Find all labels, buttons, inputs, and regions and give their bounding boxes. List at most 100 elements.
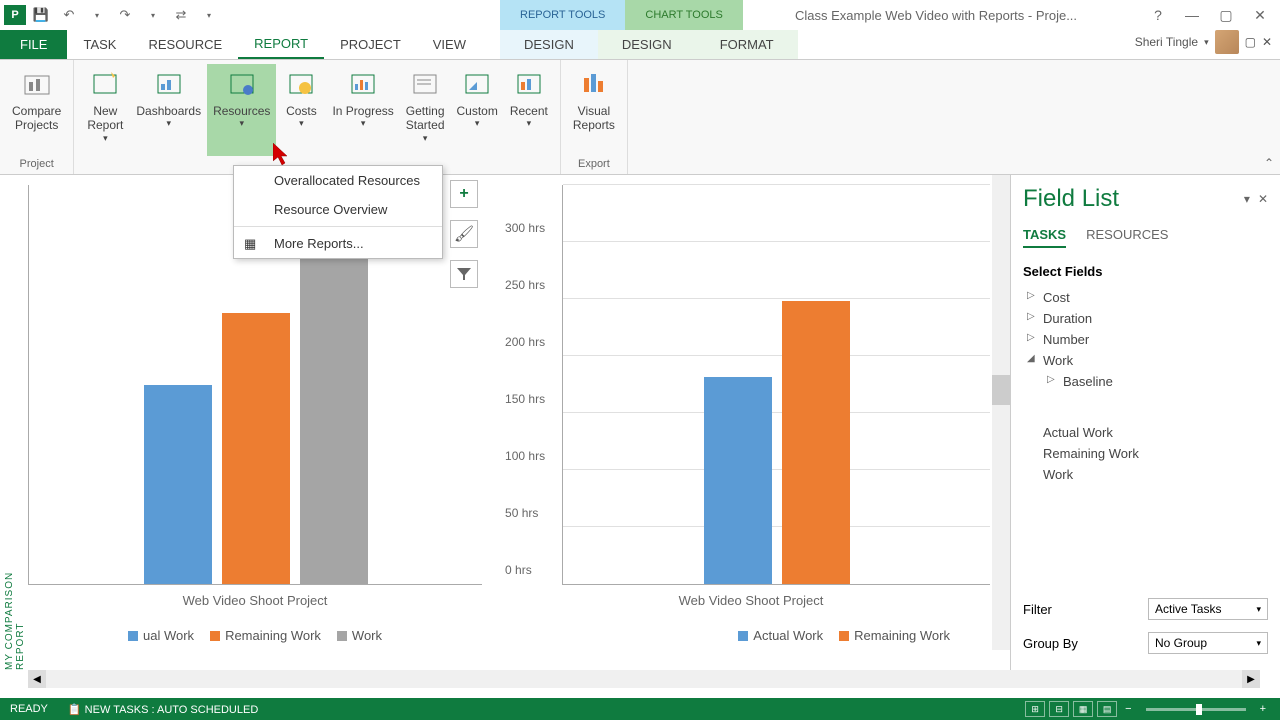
tree-number[interactable]: ▷Number [1023,329,1268,350]
field-list-title: Field List [1023,185,1119,213]
table-icon: ▦ [244,236,260,252]
tree-baseline[interactable]: ▷Baseline [1023,371,1268,392]
chart-right-legend: Actual Work Remaining Work [512,628,990,643]
link-icon[interactable]: ⇄ [168,3,194,27]
tab-design-chart[interactable]: DESIGN [598,30,696,59]
close-icon[interactable]: ✕ [1248,7,1272,24]
hscroll-right-icon[interactable]: ▶ [1242,670,1260,688]
ribbon: Compare Projects Project New Report▾ Das… [0,60,1280,175]
cursor-icon [273,143,293,169]
bar-left-remaining [222,313,290,584]
undo-dropdown-icon[interactable]: ▾ [84,3,110,27]
chart-right-xlabel: Web Video Shoot Project [512,593,990,608]
tab-design-report[interactable]: DESIGN [500,30,598,59]
zoom-out-icon[interactable]: − [1121,703,1135,715]
custom-button[interactable]: Custom▾ [451,64,504,156]
user-info[interactable]: Sheri Tingle ▾ ▢ ✕ [1135,30,1272,54]
groupby-select[interactable]: No Group▾ [1148,632,1268,654]
ctx-sub-tabs: DESIGN DESIGN FORMAT [500,30,798,59]
compare-projects-button[interactable]: Compare Projects [6,64,67,156]
app-icon[interactable]: P [4,5,26,25]
contextual-tabs: REPORT TOOLS CHART TOOLS [500,0,743,30]
tree-duration[interactable]: ▷Duration [1023,308,1268,329]
chart-area: Web Video Shoot Project ual Work Remaini… [0,175,1010,670]
dd-overallocated[interactable]: Overallocated Resources [234,166,442,195]
tab-file[interactable]: FILE [0,30,67,59]
view-shortcut-2[interactable]: ⊟ [1049,701,1069,717]
tree-work[interactable]: ◢Work [1023,350,1268,371]
new-report-icon [89,68,121,100]
status-new-tasks[interactable]: 📋 NEW TASKS : AUTO SCHEDULED [68,703,258,716]
tab-report[interactable]: REPORT [238,30,324,59]
tab-view[interactable]: VIEW [417,30,482,59]
tab-project[interactable]: PROJECT [324,30,417,59]
resources-dropdown: Overallocated Resources Resource Overvie… [233,165,443,259]
resources-button[interactable]: Resources▾ [207,64,276,156]
bar-left-actual [144,385,212,585]
vertical-scrollbar[interactable] [992,175,1010,650]
recent-icon [513,68,545,100]
undo-icon[interactable]: ↶ [56,3,82,27]
filter-label: Filter [1023,602,1052,617]
field-remaining-work[interactable]: Remaining Work [1023,443,1268,464]
tab-task[interactable]: TASK [67,30,132,59]
fp-tab-tasks[interactable]: TASKS [1023,227,1066,248]
dashboards-button[interactable]: Dashboards▾ [130,64,207,156]
field-panel-filters: Filter Active Tasks▾ Group By No Group▾ [1023,592,1268,660]
filter-select[interactable]: Active Tasks▾ [1148,598,1268,620]
field-panel-tabs: TASKS RESOURCES [1023,227,1268,248]
chart-plus-icon[interactable]: + [450,180,478,208]
in-progress-button[interactable]: In Progress▾ [326,64,399,156]
ribbon-group-view-reports: New Report▾ Dashboards▾ Resources▾ Costs… [74,60,561,174]
panel-options-icon[interactable]: ▾ [1244,192,1250,206]
horizontal-scrollbar[interactable]: ◀ ▶ [28,670,1260,688]
custom-icon [461,68,493,100]
chart-filter-icon[interactable] [450,260,478,288]
view-shortcut-1[interactable]: ⊞ [1025,701,1045,717]
fp-tab-resources[interactable]: RESOURCES [1086,227,1168,248]
restore-icon[interactable]: ▢ [1214,7,1238,24]
group-label-export: Export [578,156,610,172]
field-list-panel: Field List ▾ ✕ TASKS RESOURCES Select Fi… [1010,175,1280,670]
help-icon[interactable]: ? [1146,7,1170,24]
minimize-icon[interactable]: — [1180,7,1204,24]
redo-icon[interactable]: ↷ [112,3,138,27]
bar-right-remaining [782,301,850,584]
tab-format[interactable]: FORMAT [696,30,798,59]
tree-cost[interactable]: ▷Cost [1023,287,1268,308]
view-shortcut-4[interactable]: ▤ [1097,701,1117,717]
new-report-button[interactable]: New Report▾ [80,64,130,156]
field-tree: ▷Cost ▷Duration ▷Number ◢Work ▷Baseline [1023,287,1268,392]
dd-resource-overview[interactable]: Resource Overview [234,195,442,224]
ctx-chart-tools: CHART TOOLS [625,0,742,30]
status-bar: READY 📋 NEW TASKS : AUTO SCHEDULED ⊞ ⊟ ▦… [0,698,1280,720]
qat-dropdown-icon[interactable]: ▾ [196,3,222,27]
chart-brush-icon[interactable]: 🖌 [450,220,478,248]
getting-started-button[interactable]: Getting Started▾ [400,64,451,156]
title-bar: P 💾 ↶ ▾ ↷ ▾ ⇄ ▾ REPORT TOOLS CHART TOOLS… [0,0,1280,30]
ribbon-display-icon[interactable]: ▢ [1245,35,1256,49]
visual-reports-icon [578,68,610,100]
save-icon[interactable]: 💾 [28,3,54,27]
ribbon-tabs: FILE TASK RESOURCE REPORT PROJECT VIEW D… [0,30,1280,60]
collapse-ribbon-icon[interactable]: ⌃ [1264,156,1274,170]
panel-close-icon[interactable]: ✕ [1258,192,1268,206]
bar-left-work [300,205,368,584]
hscroll-left-icon[interactable]: ◀ [28,670,46,688]
recent-button[interactable]: Recent▾ [504,64,554,156]
redo-dropdown-icon[interactable]: ▾ [140,3,166,27]
zoom-slider[interactable] [1146,708,1246,711]
zoom-in-icon[interactable]: + [1256,703,1270,715]
field-actual-work[interactable]: Actual Work [1023,422,1268,443]
avatar [1215,30,1239,54]
visual-reports-button[interactable]: Visual Reports [567,64,621,156]
dd-more-reports[interactable]: ▦ More Reports... [234,229,442,258]
dropdown-separator [234,226,442,227]
tab-resource[interactable]: RESOURCE [132,30,238,59]
close-pane-icon[interactable]: ✕ [1262,35,1272,49]
compare-label: Compare Projects [12,104,61,133]
dashboards-icon [153,68,185,100]
view-shortcut-3[interactable]: ▦ [1073,701,1093,717]
field-work[interactable]: Work [1023,464,1268,485]
chart-right[interactable]: 50 hrs 100 hrs 150 hrs 200 hrs 250 hrs 3… [512,185,990,670]
